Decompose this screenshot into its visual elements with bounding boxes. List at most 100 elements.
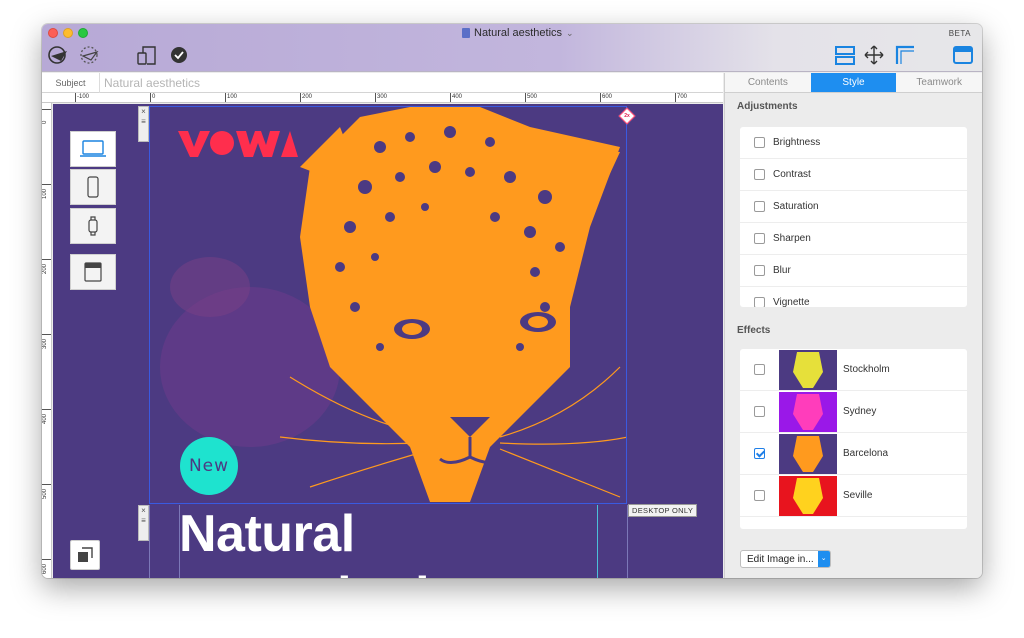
layers-button[interactable] [70, 540, 100, 570]
tab-teamwork[interactable]: Teamwork [896, 73, 982, 92]
devices-preview-icon-svg [137, 46, 156, 65]
tab-style[interactable]: Style [810, 73, 897, 92]
panel-toggle-icon-svg [953, 46, 973, 64]
sydney-thumbnail-image [793, 393, 823, 430]
seville-thumbnail-image [793, 477, 823, 514]
block-guide [149, 505, 150, 578]
schedule-icon-svg [80, 46, 99, 64]
inspector-panel: Contents Style Teamwork Adjustments Brig… [724, 73, 982, 578]
ruler-tick: 0 [42, 109, 51, 124]
brand-logo [178, 131, 298, 157]
effect-row[interactable]: Seville [740, 475, 967, 517]
document-title[interactable]: Natural aesthetics ⌄ [462, 27, 574, 39]
adjustments-list: Brightness Contrast Saturation Sharpen B… [740, 127, 967, 307]
tab-contents[interactable]: Contents [725, 73, 811, 92]
stockholm-checkbox[interactable] [754, 364, 765, 375]
block-guide [627, 505, 628, 578]
contrast-checkbox[interactable] [754, 169, 765, 180]
headline-text[interactable]: Natural [179, 504, 355, 564]
titlebar: Natural aesthetics ⌄ BETA [42, 24, 982, 72]
adjustment-label: Vignette [773, 297, 810, 307]
laptop-preview-button[interactable] [70, 131, 116, 167]
minimize-window-button[interactable] [63, 28, 73, 38]
ruler-tick: 500 [42, 484, 51, 499]
block-handle[interactable]: × ≡ [138, 106, 149, 142]
effect-row[interactable]: Stockholm [740, 349, 967, 391]
stockholm-thumbnail-image [793, 351, 823, 388]
subject-input[interactable] [100, 75, 700, 90]
devices-preview-icon[interactable] [134, 43, 160, 67]
blur-checkbox[interactable] [754, 265, 765, 276]
adjustment-label: Saturation [773, 201, 819, 212]
desktop-only-label: DESKTOP ONLY [628, 504, 698, 517]
ruler-tick: 700 [675, 93, 687, 102]
brightness-checkbox[interactable] [754, 137, 765, 148]
barcelona-thumbnail-image [793, 435, 823, 472]
adjustment-label: Blur [773, 265, 791, 276]
ruler-tick-label: 400 [42, 413, 48, 424]
vertical-ruler: 0 100 200 300 400 500 600 [42, 103, 52, 578]
adjustment-row[interactable]: Blur [740, 255, 967, 287]
adjustments-title: Adjustments [737, 101, 798, 112]
effect-label: Seville [843, 490, 873, 501]
panel-toggle-icon[interactable] [950, 43, 976, 67]
subject-bar: Subject [42, 72, 723, 93]
adjustment-row[interactable]: Brightness [740, 127, 967, 159]
saturation-checkbox[interactable] [754, 201, 765, 212]
headline-partial-text[interactable]: aesthetics [233, 566, 487, 578]
beta-badge: BETA [948, 29, 971, 38]
effects-list: Stockholm Sydney Barcelona Seville [740, 349, 967, 529]
chevron-down-icon: ⌄ [566, 27, 574, 38]
ruler-tick: 100 [225, 93, 237, 102]
margins-icon[interactable] [892, 43, 918, 67]
new-badge: New [180, 437, 238, 495]
layout-blocks-icon[interactable] [832, 43, 858, 67]
document-icon [462, 28, 470, 38]
effects-title: Effects [737, 325, 771, 336]
adjustment-label: Brightness [773, 137, 821, 148]
move-icon-svg [864, 45, 884, 65]
block-handle[interactable]: × ≡ [138, 505, 149, 541]
sharpen-checkbox[interactable] [754, 233, 765, 244]
phone-preview-button[interactable] [70, 169, 116, 205]
effect-row[interactable]: Sydney [740, 391, 967, 433]
browser-icon [84, 262, 102, 282]
browser-preview-button[interactable] [70, 254, 116, 290]
ruler-tick: 100 [42, 184, 51, 199]
effect-thumbnail [779, 433, 837, 474]
inspector-tabs: Contents Style Teamwork [725, 73, 982, 93]
send-icon[interactable] [46, 43, 72, 67]
ruler-tick: 200 [42, 259, 51, 274]
checkmark-icon[interactable] [166, 43, 192, 67]
ruler-tick-label: 200 [42, 263, 48, 274]
app-window: Natural aesthetics ⌄ BETA Subject Natura… [42, 24, 982, 578]
ruler-tick-label: 500 [42, 488, 48, 499]
ruler-tick: 0 [150, 93, 155, 102]
edit-image-in-button[interactable]: Edit Image in... ⌄ [740, 550, 831, 568]
phone-icon [87, 176, 99, 198]
adjustment-row[interactable]: Vignette [740, 287, 967, 307]
retina-badge-label: 2x [624, 113, 630, 119]
document-title-text: Natural aesthetics [474, 27, 563, 39]
vignette-checkbox[interactable] [754, 297, 765, 307]
ruler-tick: 400 [450, 93, 462, 102]
adjustment-row[interactable]: Sharpen [740, 223, 967, 255]
adjustment-row[interactable]: Contrast [740, 159, 967, 191]
hero-image-block[interactable]: New [149, 106, 627, 504]
schedule-icon[interactable] [76, 43, 102, 67]
barcelona-checkbox[interactable] [754, 448, 765, 459]
effect-label: Sydney [843, 406, 877, 417]
ruler-tick: 300 [42, 334, 51, 349]
seville-checkbox[interactable] [754, 490, 765, 501]
move-icon[interactable] [861, 43, 887, 67]
email-canvas[interactable]: × ≡ × ≡ New 2x DESKTOP ONLY Natural [53, 104, 723, 578]
subject-label: Subject [42, 72, 100, 93]
zoom-window-button[interactable] [78, 28, 88, 38]
margins-icon-svg [895, 45, 914, 64]
watch-preview-button[interactable] [70, 208, 116, 244]
sydney-checkbox[interactable] [754, 406, 765, 417]
ruler-tick-label: 600 [42, 563, 48, 574]
close-window-button[interactable] [48, 28, 58, 38]
adjustment-row[interactable]: Saturation [740, 191, 967, 223]
effect-row[interactable]: Barcelona [740, 433, 967, 475]
